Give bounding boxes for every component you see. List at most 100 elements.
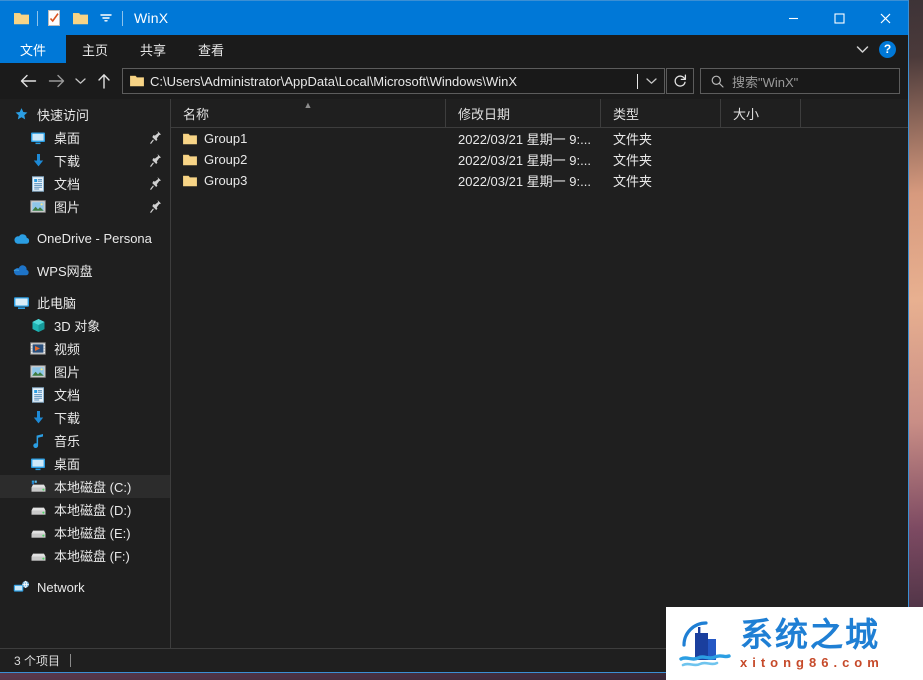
sidebar-item-label: 文档: [54, 177, 81, 192]
file-type: 文件夹: [613, 153, 653, 168]
sidebar-item-downloads[interactable]: 下载: [0, 149, 170, 172]
status-separator: [70, 654, 72, 667]
sidebar-item-documents[interactable]: 文档: [0, 172, 170, 195]
sidebar-item-drive-f[interactable]: 本地磁盘 (F:): [0, 544, 170, 567]
sidebar-item-label: Network: [37, 580, 85, 595]
sidebar-item-this-pc[interactable]: 此电脑: [0, 291, 170, 314]
sidebar-item-label: 桌面: [54, 457, 81, 472]
qat-separator-1: [37, 10, 38, 26]
table-row[interactable]: Group3 2022/03/21 星期一 9:... 文件夹: [171, 170, 908, 191]
sidebar-item-drive-e[interactable]: 本地磁盘 (E:): [0, 521, 170, 544]
pin-icon[interactable]: [150, 130, 162, 147]
file-name-cell: Group3: [171, 173, 446, 188]
sidebar-item-videos[interactable]: 视频: [0, 337, 170, 360]
sidebar-item-label: 图片: [54, 200, 81, 215]
file-type: 文件夹: [613, 132, 653, 147]
maximize-button[interactable]: [816, 1, 862, 35]
folder-icon: [123, 75, 150, 87]
ribbon-right-controls: ?: [856, 35, 904, 63]
quick-access-toolbar: [0, 5, 126, 31]
sidebar-item-documents-pc[interactable]: 文档: [0, 383, 170, 406]
new-folder-icon[interactable]: [8, 5, 34, 31]
address-input[interactable]: C:\Users\Administrator\AppData\Local\Mic…: [150, 74, 636, 89]
sidebar-item-downloads-pc[interactable]: 下载: [0, 406, 170, 429]
pin-icon[interactable]: [150, 153, 162, 170]
sidebar-item-drive-c[interactable]: 本地磁盘 (C:): [0, 475, 170, 498]
column-header-name[interactable]: ▲ 名称: [171, 99, 446, 127]
pictures-icon: [27, 365, 49, 378]
column-header-label: 类型: [613, 106, 640, 122]
sidebar-item-label: 本地磁盘 (F:): [54, 549, 130, 564]
column-header-label: 修改日期: [458, 106, 511, 122]
sidebar-item-music[interactable]: 音乐: [0, 429, 170, 452]
column-header-type[interactable]: 类型: [601, 99, 721, 127]
sidebar-item-label: 图片: [54, 365, 81, 380]
navigation-pane[interactable]: 快速访问 桌面 下载 文档 图片 OneDrive - Persona WPS网…: [0, 99, 171, 648]
network-icon: [10, 580, 32, 595]
drive-icon: [27, 526, 49, 539]
up-button[interactable]: [90, 67, 118, 95]
sort-ascending-icon: ▲: [303, 100, 313, 110]
chevron-down-icon[interactable]: [856, 45, 869, 54]
pin-icon[interactable]: [150, 176, 162, 193]
tab-view[interactable]: 查看: [182, 35, 240, 63]
file-list-pane[interactable]: ▲ 名称 修改日期 类型 大小 Group1 2022/03/21 星期一 9:…: [171, 99, 908, 648]
search-box[interactable]: 搜索"WinX": [700, 68, 900, 94]
refresh-button[interactable]: [666, 68, 694, 94]
properties-icon[interactable]: [41, 5, 67, 31]
address-dropdown-icon[interactable]: [638, 69, 664, 93]
sidebar-item-desktop-pc[interactable]: 桌面: [0, 452, 170, 475]
file-date: 2022/03/21 星期一 9:...: [458, 174, 591, 189]
sidebar-item-desktop[interactable]: 桌面: [0, 126, 170, 149]
pin-icon[interactable]: [150, 199, 162, 216]
sidebar-item-onedrive[interactable]: OneDrive - Persona: [0, 227, 170, 250]
file-name-cell: Group1: [171, 131, 446, 146]
file-name: Group2: [204, 152, 248, 167]
search-input[interactable]: 搜索"WinX": [732, 72, 798, 91]
address-bar[interactable]: C:\Users\Administrator\AppData\Local\Mic…: [122, 68, 665, 94]
sidebar-item-pictures[interactable]: 图片: [0, 195, 170, 218]
column-header-size[interactable]: 大小: [721, 99, 801, 127]
sidebar-item-label: 音乐: [54, 434, 81, 449]
navigation-bar: C:\Users\Administrator\AppData\Local\Mic…: [0, 63, 908, 99]
file-name: Group1: [204, 131, 248, 146]
sidebar-item-label: 快速访问: [37, 108, 90, 123]
recent-locations-button[interactable]: [70, 67, 90, 95]
folder-icon: [183, 175, 197, 187]
close-button[interactable]: [862, 1, 908, 35]
watermark-en: xitong86.com: [740, 655, 884, 670]
sidebar-item-label: 本地磁盘 (C:): [54, 480, 132, 495]
document-icon: [27, 175, 49, 192]
column-header-date[interactable]: 修改日期: [446, 99, 601, 127]
table-row[interactable]: Group2 2022/03/21 星期一 9:... 文件夹: [171, 149, 908, 170]
sidebar-item-wps-cloud[interactable]: WPS网盘: [0, 259, 170, 282]
sidebar-item-3d-objects[interactable]: 3D 对象: [0, 314, 170, 337]
desktop-icon: [27, 131, 49, 145]
help-icon[interactable]: ?: [879, 40, 896, 58]
tab-file[interactable]: 文件: [0, 35, 67, 63]
minimize-button[interactable]: [770, 1, 816, 35]
sidebar-item-quick-access[interactable]: 快速访问: [0, 103, 170, 126]
sidebar-item-pictures-pc[interactable]: 图片: [0, 360, 170, 383]
folder-icon[interactable]: [67, 5, 93, 31]
tab-home[interactable]: 主页: [66, 35, 124, 63]
sidebar-item-network[interactable]: Network: [0, 576, 170, 599]
sidebar-item-drive-d[interactable]: 本地磁盘 (D:): [0, 498, 170, 521]
document-icon: [27, 386, 49, 403]
file-date: 2022/03/21 星期一 9:...: [458, 132, 591, 147]
chevron-down-icon[interactable]: [93, 5, 119, 31]
table-row[interactable]: Group1 2022/03/21 星期一 9:... 文件夹: [171, 128, 908, 149]
file-rows: Group1 2022/03/21 星期一 9:... 文件夹 Group2 2…: [171, 128, 908, 648]
back-button[interactable]: [14, 67, 42, 95]
folder-icon: [183, 154, 197, 166]
onedrive-icon: [10, 233, 32, 245]
wps-cloud-icon: [10, 264, 32, 277]
download-icon: [27, 153, 49, 168]
sidebar-item-label: OneDrive - Persona: [37, 231, 152, 246]
tab-share[interactable]: 共享: [124, 35, 182, 63]
forward-button[interactable]: [42, 67, 70, 95]
file-date: 2022/03/21 星期一 9:...: [458, 153, 591, 168]
